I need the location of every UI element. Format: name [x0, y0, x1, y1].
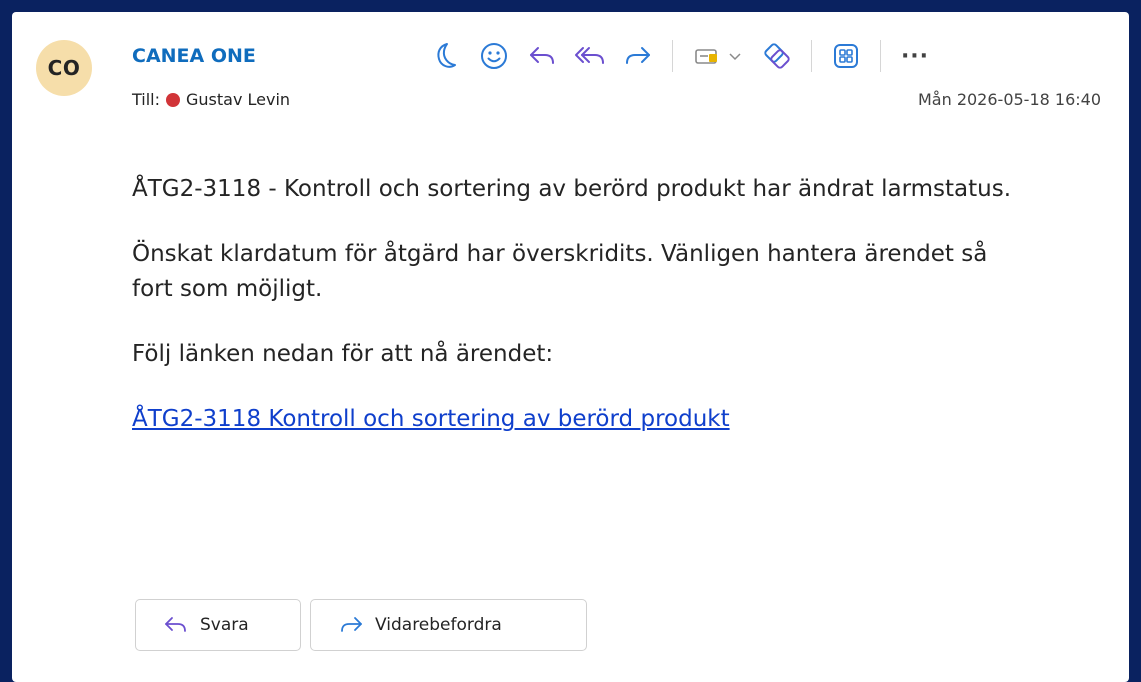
reply-icon — [165, 617, 186, 632]
reply-button[interactable] — [518, 36, 566, 76]
toolbar-divider — [811, 40, 812, 72]
snooze-button[interactable] — [422, 36, 470, 76]
loop-icon — [764, 43, 790, 69]
categorize-button[interactable] — [683, 36, 753, 76]
tag-icon — [695, 49, 717, 64]
forward-button[interactable] — [614, 36, 662, 76]
case-link[interactable]: ÅTG2-3118 Kontroll och sortering av berö… — [132, 406, 730, 432]
reply-label: Svara — [200, 615, 249, 635]
quick-actions: Svara Vidarebefordra — [135, 599, 587, 651]
recipient-name[interactable]: Gustav Levin — [186, 90, 290, 109]
avatar[interactable]: CO — [36, 40, 92, 96]
presence-busy-icon — [166, 92, 181, 107]
body-paragraph: ÅTG2-3118 - Kontroll och sortering av be… — [132, 176, 1012, 202]
forward-label: Vidarebefordra — [375, 615, 502, 635]
body-link-paragraph: ÅTG2-3118 Kontroll och sortering av berö… — [132, 402, 1032, 437]
message-card: CO CANEA ONE Till: Gustav Levin Mån 2026… — [12, 12, 1129, 682]
reply-all-button[interactable] — [566, 36, 614, 76]
emoji-icon — [481, 43, 507, 69]
sender-name[interactable]: CANEA ONE — [132, 45, 256, 67]
received-date: Mån 2026-05-18 16:40 — [917, 90, 1101, 109]
recipient-row: Till: Gustav Levin — [132, 90, 290, 109]
apps-button[interactable] — [822, 36, 870, 76]
forward-icon — [626, 47, 650, 64]
toolbar-divider — [672, 40, 673, 72]
reply-icon — [530, 47, 554, 64]
react-button[interactable] — [470, 36, 518, 76]
body-paragraph: Önskat klardatum för åtgärd har överskri… — [132, 241, 988, 302]
loop-button[interactable] — [753, 36, 801, 76]
body-paragraph: Följ länken nedan för att nå ärendet: — [132, 341, 554, 367]
snooze-icon — [437, 43, 456, 68]
toolbar-divider — [880, 40, 881, 72]
chevron-down-icon — [729, 53, 741, 61]
to-label: Till: — [132, 90, 161, 109]
reply-all-icon — [575, 47, 604, 64]
apps-icon — [834, 44, 858, 68]
message-toolbar: ··· — [422, 36, 939, 76]
message-body: ÅTG2-3118 - Kontroll och sortering av be… — [132, 172, 1032, 467]
forward-quick-button[interactable]: Vidarebefordra — [310, 599, 587, 651]
reply-quick-button[interactable]: Svara — [135, 599, 301, 651]
more-actions-button[interactable]: ··· — [891, 36, 939, 76]
forward-icon — [341, 617, 362, 632]
